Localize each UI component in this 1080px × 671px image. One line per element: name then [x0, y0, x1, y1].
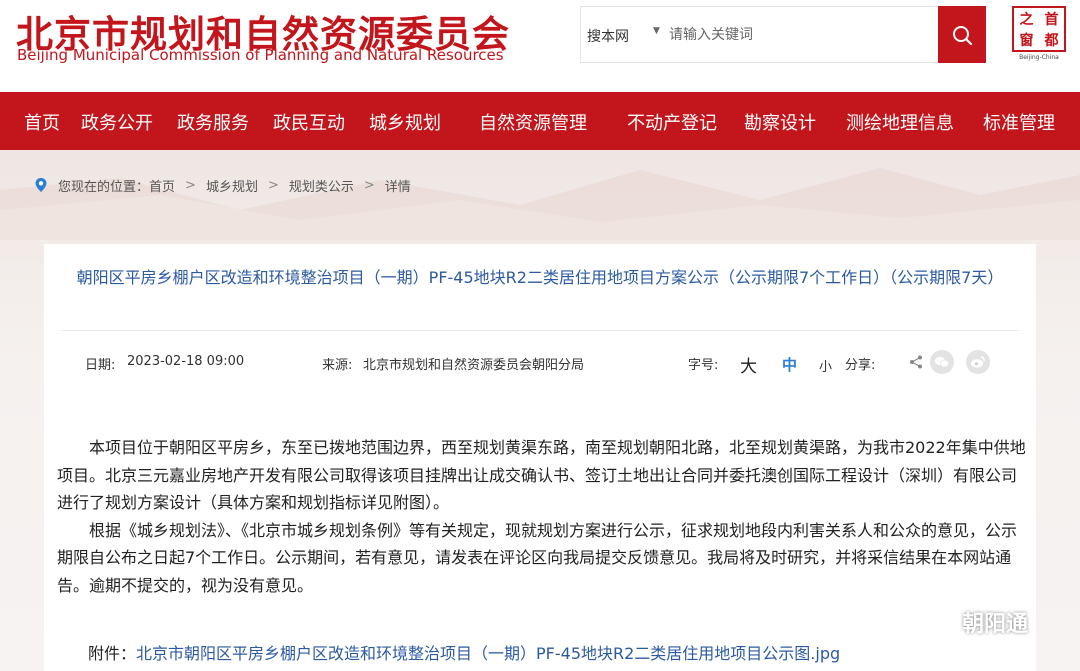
capital-window-logo[interactable]: 之 首 窗 都 Beijing-China [1012, 6, 1066, 62]
weibo-icon[interactable] [966, 350, 990, 374]
article-body: 本项目位于朝阳区平房乡，东至已拨地范围边界，西至规划黄渠东路，南至规划朝阳北路，… [57, 434, 1029, 599]
article-card: 朝阳区平房乡棚户区改造和环境整治项目（一期）PF-45地块R2二类居住用地项目方… [44, 244, 1036, 671]
site-subtitle: Beijing Municipal Commission of Planning… [17, 46, 504, 64]
breadcrumb-separator: > [185, 177, 196, 193]
wechat-watermark-icon [923, 610, 954, 634]
font-size-medium-button[interactable]: 中 [782, 354, 797, 375]
wechat-icon[interactable] [930, 350, 954, 374]
nav-item-gov-affairs[interactable]: 政务公开 [81, 109, 153, 135]
search-box: 搜本网 ▼ [580, 6, 986, 63]
breadcrumb-urban-planning[interactable]: 城乡规划 [206, 176, 258, 195]
nav-item-real-estate[interactable]: 不动产登记 [627, 109, 717, 135]
logo-char: 之 [1019, 11, 1034, 28]
mountain-banner-art [0, 168, 1080, 240]
main-nav: 首页 政务公开 政务服务 政民互动 城乡规划 自然资源管理 不动产登记 勘察设计… [0, 92, 1080, 150]
font-size-label: 字号: [688, 358, 719, 373]
caret-down-icon[interactable]: ▼ [653, 26, 660, 36]
logo-char: 都 [1044, 32, 1059, 49]
publish-date: 2023-02-18 09:00 [127, 354, 245, 369]
nav-item-home[interactable]: 首页 [24, 109, 60, 135]
date-label: 日期: [85, 358, 116, 373]
attachment-link[interactable]: 北京市朝阳区平房乡棚户区改造和环境整治项目（一期）PF-45地块R2二类居住用地… [136, 644, 840, 663]
site-header: 北京市规划和自然资源委员会 Beijing Municipal Commissi… [0, 0, 1080, 92]
location-pin-icon [35, 178, 47, 192]
article-paragraph: 根据《城乡规划法》、《北京市城乡规划条例》等有关规定，现就规划方案进行公示，征求… [57, 520, 1018, 595]
search-scope-select[interactable]: 搜本网 [587, 26, 629, 46]
nav-item-geo-info[interactable]: 测绘地理信息 [846, 109, 954, 135]
breadcrumb-separator: > [267, 177, 279, 193]
breadcrumb-home[interactable]: 首页 [149, 176, 175, 195]
breadcrumb-detail: 详情 [384, 179, 411, 195]
breadcrumb-prefix: 您现在的位置： [58, 179, 150, 195]
logo-char: 窗 [1019, 32, 1034, 49]
nav-item-urban-planning[interactable]: 城乡规划 [369, 109, 441, 135]
article-title: 朝阳区平房乡棚户区改造和环境整治项目（一期）PF-45地块R2二类居住用地项目方… [76, 268, 1004, 287]
share-label: 分享: [845, 358, 876, 373]
source-value: 北京市规划和自然资源委员会朝阳分局 [363, 358, 585, 373]
nav-item-standards[interactable]: 标准管理 [983, 109, 1055, 135]
font-size-large-button[interactable]: 大 [740, 352, 757, 377]
title-divider [60, 330, 1020, 331]
source-label: 来源: [322, 358, 353, 373]
search-icon [953, 25, 972, 45]
nav-item-interaction[interactable]: 政民互动 [273, 109, 345, 135]
attachment-row: 附件：北京市朝阳区平房乡棚户区改造和环境整治项目（一期）PF-45地块R2二类居… [88, 640, 840, 664]
share-icon[interactable] [904, 350, 928, 374]
watermark: 朝阳通 [922, 606, 1028, 638]
font-size-small-button[interactable]: 小 [819, 356, 832, 375]
logo-char: 首 [1044, 11, 1059, 28]
breadcrumb: 您现在的位置： 首页 > 城乡规划 > 规划类公示 > 详情 [34, 176, 411, 195]
search-button[interactable] [938, 6, 986, 63]
nav-item-natural-resources[interactable]: 自然资源管理 [479, 109, 587, 135]
article-paragraph: 本项目位于朝阳区平房乡，东至已拨地范围边界，西至规划黄渠东路，南至规划朝阳北路，… [57, 438, 1026, 512]
logo-caption: Beijing-China [1019, 54, 1059, 61]
nav-item-gov-services[interactable]: 政务服务 [177, 109, 249, 135]
breadcrumb-planning-notices[interactable]: 规划类公示 [289, 176, 354, 195]
search-input[interactable] [669, 21, 929, 49]
attachment-label: 附件： [88, 644, 137, 663]
nav-item-survey-design[interactable]: 勘察设计 [744, 109, 816, 135]
breadcrumb-separator: > [363, 177, 375, 193]
watermark-text: 朝阳通 [962, 612, 1029, 637]
